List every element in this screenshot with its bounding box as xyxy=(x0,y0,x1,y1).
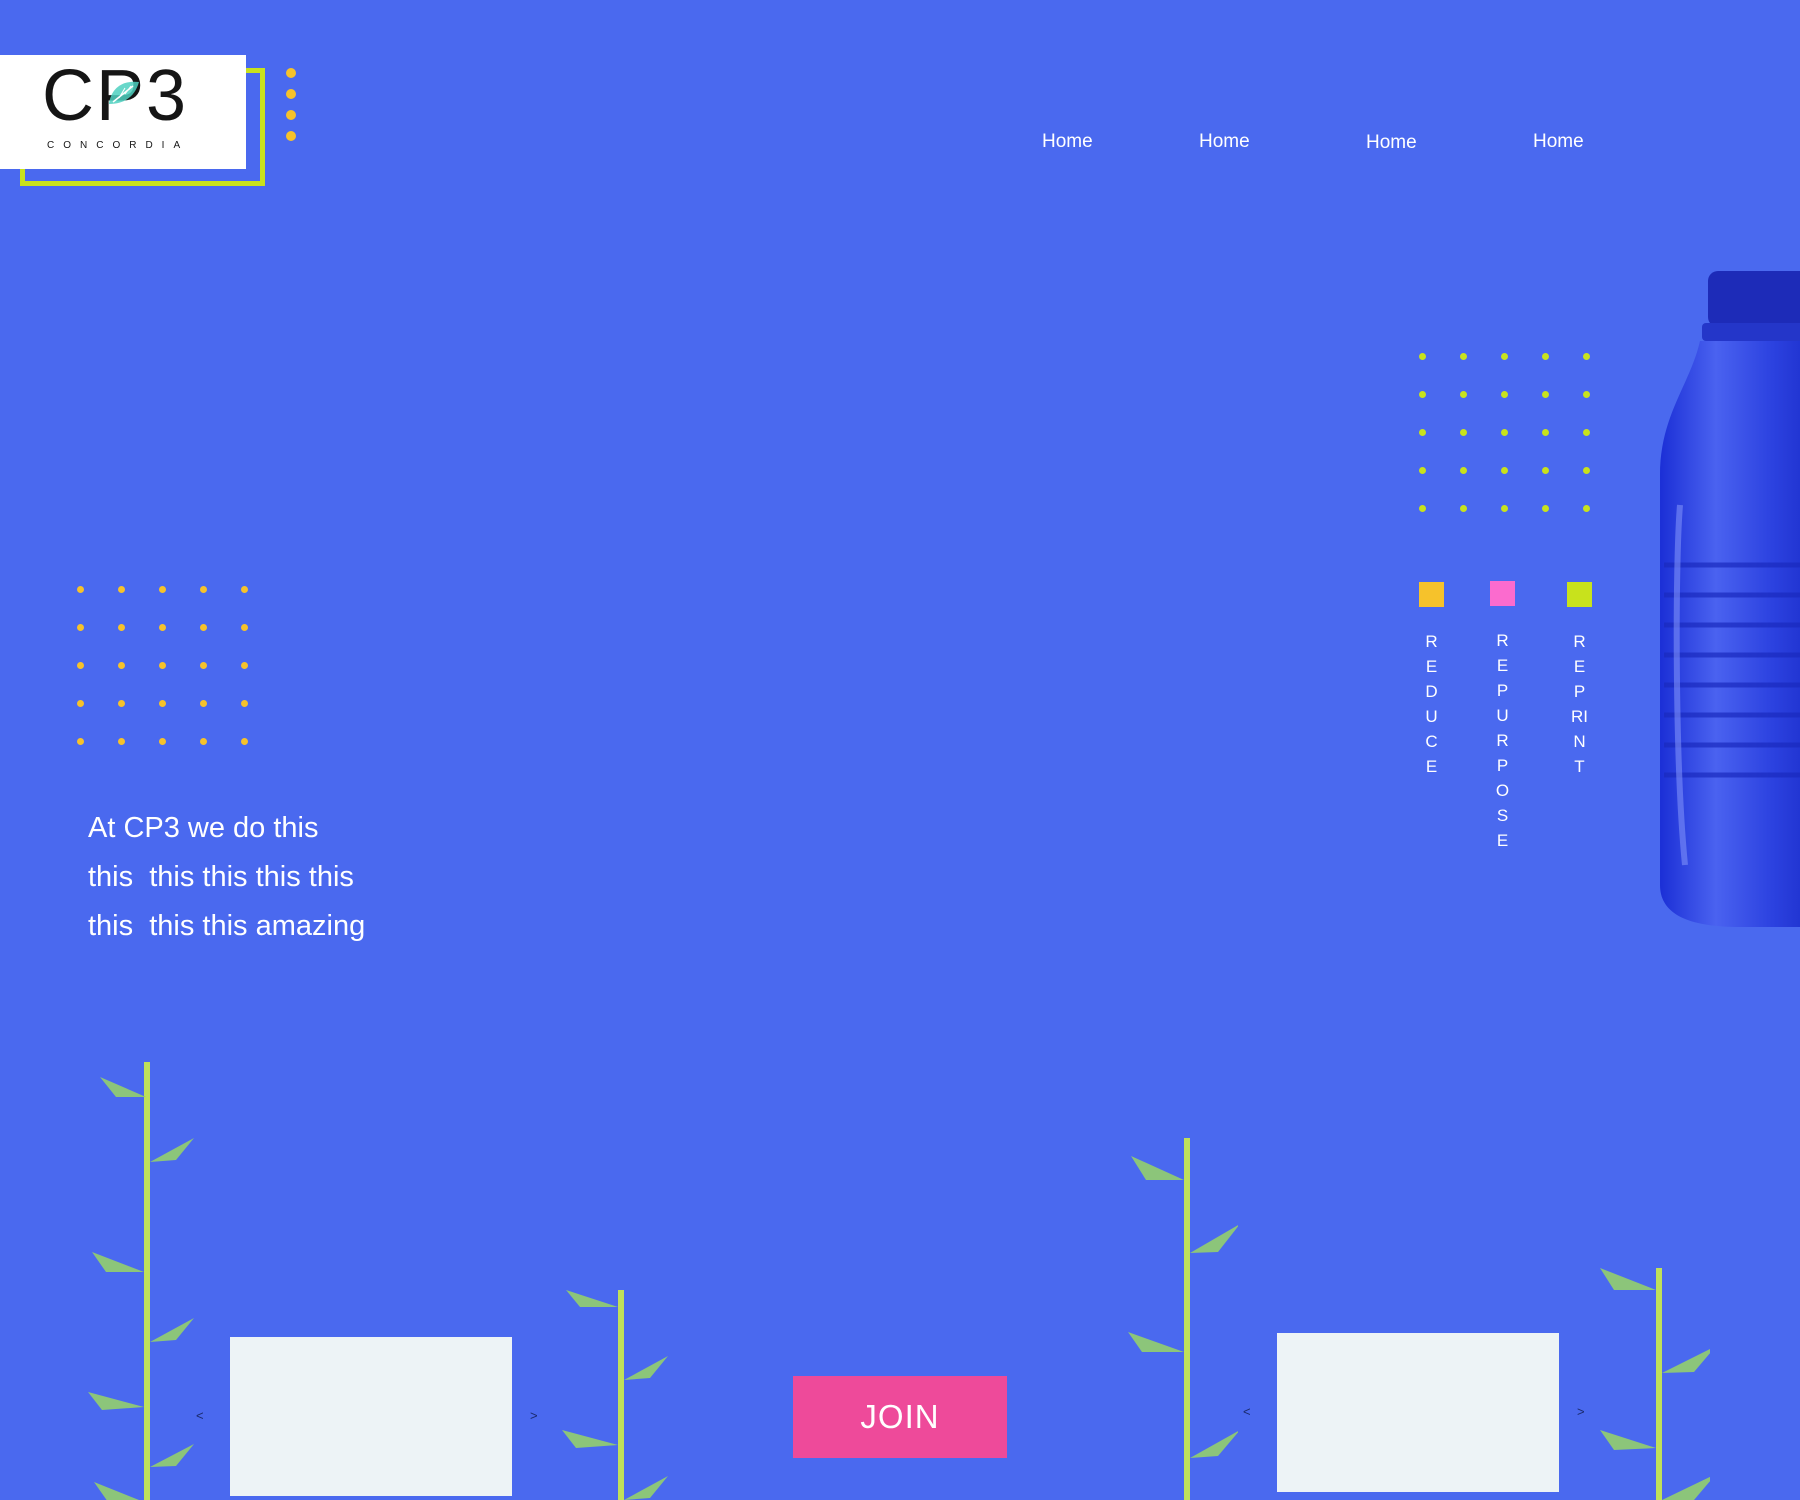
decorative-dot xyxy=(241,700,248,707)
decorative-dot xyxy=(118,624,125,631)
decorative-dot xyxy=(1419,391,1426,398)
decorative-dot xyxy=(200,700,207,707)
decorative-dot xyxy=(1583,505,1590,512)
decorative-dot xyxy=(1460,505,1467,512)
plant-sprout-icon xyxy=(88,1062,194,1500)
pillar-color-square xyxy=(1419,582,1444,607)
decorative-dot xyxy=(1583,429,1590,436)
decorative-dot xyxy=(200,662,207,669)
decorative-dot xyxy=(1583,391,1590,398)
decorative-dot xyxy=(1583,467,1590,474)
dot-grid-decoration-left xyxy=(77,586,282,776)
decorative-dot xyxy=(1501,429,1508,436)
decorative-dot xyxy=(1542,429,1549,436)
carousel-prev-button[interactable]: < xyxy=(196,1408,204,1423)
pillar-color-square xyxy=(1490,581,1515,606)
logo-subtext: CONCORDIA xyxy=(47,140,190,151)
decorative-dot xyxy=(1460,467,1467,474)
decorative-dot xyxy=(241,624,248,631)
carousel-prev-button[interactable]: < xyxy=(1243,1404,1251,1419)
decorative-dot xyxy=(200,624,207,631)
decorative-dot xyxy=(77,700,84,707)
decorative-dot xyxy=(77,738,84,745)
hero-tagline: At CP3 we do this this this this this th… xyxy=(88,812,366,942)
decorative-dot xyxy=(1542,353,1549,360)
plant-sprout-icon xyxy=(1128,1138,1238,1500)
dot-grid-decoration-right xyxy=(1419,353,1624,543)
decorative-dot xyxy=(77,624,84,631)
decorative-dot xyxy=(1583,353,1590,360)
decorative-dot xyxy=(1419,353,1426,360)
carousel-next-button[interactable]: > xyxy=(1577,1404,1585,1419)
decorative-dot xyxy=(1542,467,1549,474)
page: CP3 CONCORDIA Home Home Home Home At CP3… xyxy=(0,0,1800,1500)
pillar-label: REPRINT xyxy=(1571,632,1588,776)
decorative-dot xyxy=(1501,467,1508,474)
logo-dots-decoration xyxy=(286,68,298,148)
decorative-dot xyxy=(159,738,166,745)
decorative-dot xyxy=(118,662,125,669)
decorative-dot xyxy=(200,586,207,593)
decorative-dot xyxy=(1501,353,1508,360)
decorative-dot xyxy=(1419,505,1426,512)
pillar-reprint: REPRINT xyxy=(1567,582,1592,779)
decorative-dot xyxy=(77,586,84,593)
decorative-dot xyxy=(241,586,248,593)
decorative-dot xyxy=(1501,505,1508,512)
decorative-dot xyxy=(1460,391,1467,398)
decorative-dot xyxy=(1419,429,1426,436)
carousel-card[interactable] xyxy=(1277,1333,1559,1492)
pillar-color-square xyxy=(1567,582,1592,607)
plant-sprout-icon xyxy=(562,1290,668,1500)
pillar-label: REPURPOSE xyxy=(1495,631,1510,850)
nav-item-home-2[interactable]: Home xyxy=(1199,131,1250,153)
plant-sprout-icon xyxy=(1600,1268,1710,1500)
decorative-dot xyxy=(1460,429,1467,436)
decorative-dot xyxy=(159,662,166,669)
pillar-label: REDUCE xyxy=(1425,632,1438,776)
decorative-dot xyxy=(159,624,166,631)
decorative-dot xyxy=(118,738,125,745)
decorative-dot xyxy=(241,738,248,745)
decorative-dot xyxy=(159,586,166,593)
pillar-reduce: REDUCE xyxy=(1419,582,1444,779)
decorative-dot xyxy=(1542,391,1549,398)
carousel-card[interactable] xyxy=(230,1337,512,1496)
carousel-next-button[interactable]: > xyxy=(530,1408,538,1423)
decorative-dot xyxy=(200,738,207,745)
water-bottle-image xyxy=(1660,271,1800,927)
join-button[interactable]: JOIN xyxy=(793,1376,1007,1458)
logo-leaf-icon xyxy=(109,81,139,104)
nav-item-home-1[interactable]: Home xyxy=(1042,131,1093,153)
decorative-dot xyxy=(1542,505,1549,512)
pillar-repurpose: REPURPOSE xyxy=(1490,581,1515,853)
decorative-dot xyxy=(1419,467,1426,474)
decorative-dot xyxy=(77,662,84,669)
decorative-dot xyxy=(1501,391,1508,398)
decorative-dot xyxy=(118,700,125,707)
decorative-dot xyxy=(241,662,248,669)
decorative-dot xyxy=(159,700,166,707)
decorative-dot xyxy=(118,586,125,593)
nav-item-home-4[interactable]: Home xyxy=(1533,131,1584,153)
decorative-dot xyxy=(1460,353,1467,360)
nav-item-home-3[interactable]: Home xyxy=(1366,132,1417,154)
